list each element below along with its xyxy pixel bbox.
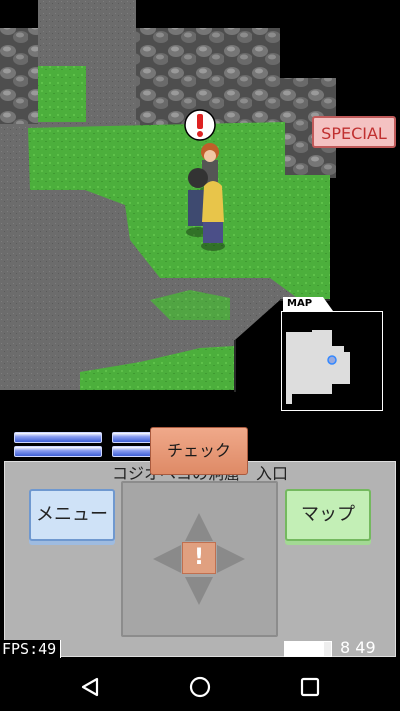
back-triangle-icon bbox=[81, 677, 99, 696]
gauge-bar bbox=[14, 432, 102, 443]
home-circle-icon bbox=[189, 676, 211, 697]
special-button[interactable]: SPECIAL bbox=[312, 116, 396, 148]
home-button[interactable] bbox=[170, 662, 230, 711]
recent-apps-button[interactable] bbox=[280, 662, 340, 711]
minimap-layout bbox=[286, 330, 350, 404]
back-button[interactable] bbox=[60, 662, 120, 711]
minimap bbox=[281, 311, 383, 411]
minimap-panel[interactable]: MAP bbox=[281, 297, 383, 413]
rock-wall-left bbox=[0, 28, 38, 124]
stone-path-right bbox=[86, 0, 136, 122]
gauge-bar bbox=[14, 446, 102, 457]
battery-icon bbox=[284, 641, 332, 657]
party-member bbox=[201, 181, 225, 251]
gauge-bar bbox=[112, 446, 154, 457]
stone-path-left bbox=[38, 0, 86, 72]
minimap-label: MAP bbox=[283, 297, 333, 311]
map-button[interactable]: マップ bbox=[285, 489, 371, 541]
fps-counter: FPS:49 bbox=[2, 640, 62, 658]
recent-square-icon bbox=[300, 677, 320, 696]
battery-level bbox=[285, 642, 325, 656]
gauge-bar bbox=[112, 432, 154, 443]
menu-button[interactable]: メニュー bbox=[29, 489, 115, 541]
action-button[interactable]: ! bbox=[182, 542, 216, 574]
check-button[interactable]: チェック bbox=[150, 427, 248, 475]
player-position-marker-icon bbox=[327, 355, 337, 365]
exclamation-bubble-icon bbox=[184, 109, 216, 141]
android-nav-bar bbox=[0, 662, 400, 711]
clock: 8 49 bbox=[340, 638, 376, 657]
